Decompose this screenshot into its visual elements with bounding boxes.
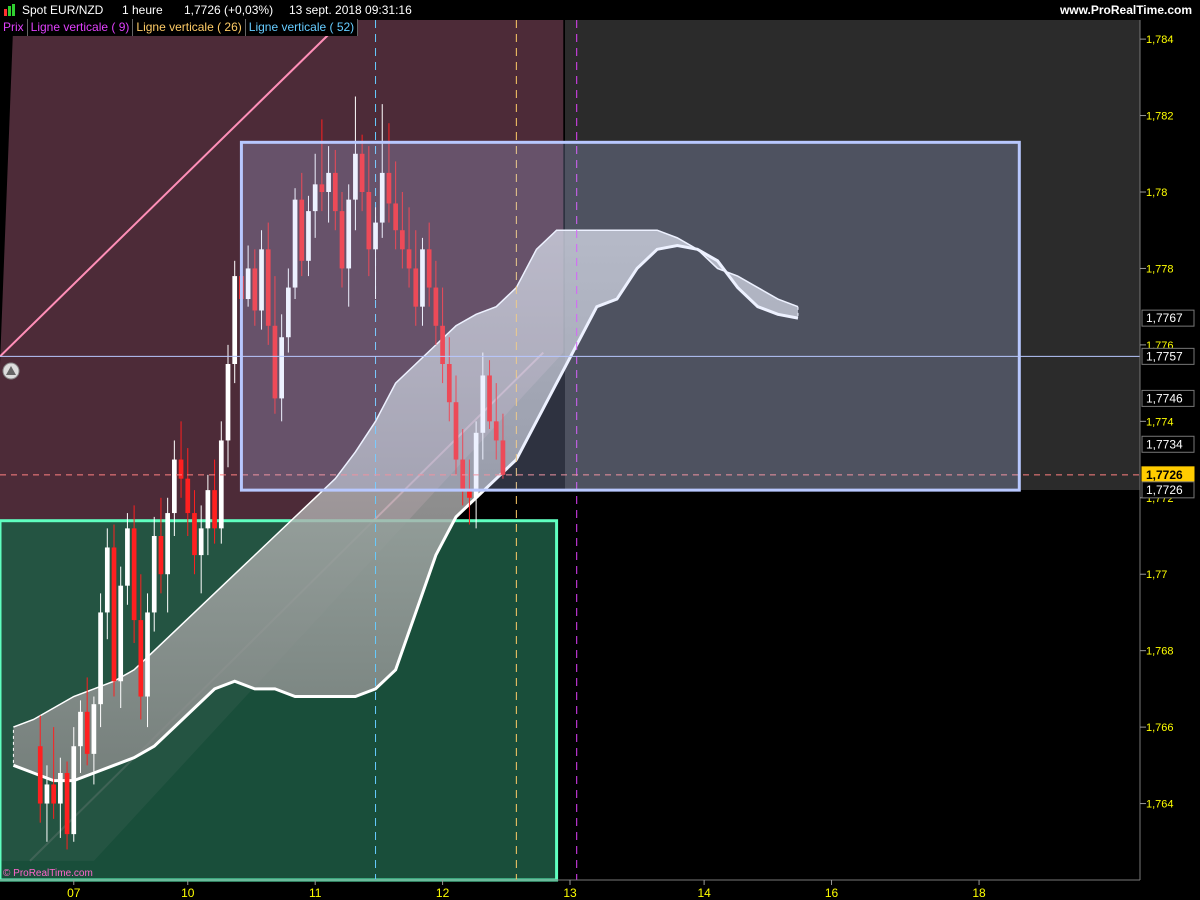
anchor-handle[interactable] — [2, 362, 20, 380]
title-bar: Spot EUR/NZD 1 heure 1,7726 (+0,03%) 13 … — [0, 0, 1200, 20]
y-tick-label: 1,778 — [1146, 263, 1174, 275]
y-axis[interactable]: 1,7641,7661,7681,771,7721,7741,7761,7781… — [1140, 34, 1174, 811]
candle-body — [118, 585, 124, 682]
last-price-change: 1,7726 (+0,03%) — [184, 3, 274, 17]
y-tick-label: 1,784 — [1146, 34, 1174, 46]
candle-body — [145, 612, 150, 697]
blue-rectangle[interactable] — [239, 140, 1021, 492]
x-tick-label: 07 — [67, 886, 81, 900]
price-label: 1,7734 — [1146, 437, 1183, 451]
candle-body — [131, 528, 137, 621]
candle-body — [37, 746, 43, 804]
x-tick-label: 11 — [309, 886, 322, 900]
y-tick-label: 1,774 — [1146, 416, 1174, 428]
candle-body — [44, 784, 50, 804]
y-tick-label: 1,768 — [1146, 646, 1174, 658]
x-tick-label: 13 — [563, 886, 577, 900]
price-label: 1,7726 — [1146, 483, 1183, 497]
legend-vline-9[interactable]: Ligne verticale ( 9) — [28, 19, 134, 36]
indicator-legend: Prix Ligne verticale ( 9) Ligne verticale … — [0, 19, 359, 36]
candle-body — [58, 772, 63, 804]
candle-body — [125, 528, 130, 586]
candle-body — [205, 490, 211, 529]
candle-body — [71, 746, 77, 835]
candle-body — [64, 772, 70, 835]
candle-body — [218, 440, 224, 529]
y-tick-label: 1,782 — [1146, 111, 1174, 123]
candle-body — [84, 711, 90, 754]
candle-body — [165, 513, 170, 575]
candle-body — [104, 547, 110, 613]
price-label: 1,7767 — [1146, 311, 1183, 325]
y-tick-label: 1,77 — [1146, 569, 1167, 581]
blue-rectangle-shape — [239, 140, 1021, 492]
x-tick-label: 16 — [825, 886, 839, 900]
price-chart[interactable]: 1,7641,7661,7681,771,7721,7741,7761,7781… — [0, 0, 1200, 900]
candle-body — [51, 784, 56, 804]
candle-body — [232, 276, 238, 364]
candle-body — [91, 704, 97, 754]
candle-body — [212, 490, 217, 529]
legend-vline-52[interactable]: Ligne verticale ( 52) — [246, 19, 359, 36]
price-label: 1,7726 — [1146, 468, 1183, 482]
candle-body — [185, 478, 191, 514]
y-tick-label: 1,766 — [1146, 722, 1174, 734]
candle-body — [111, 547, 117, 682]
y-tick-label: 1,764 — [1146, 799, 1174, 811]
timeframe[interactable]: 1 heure — [122, 0, 163, 20]
x-axis[interactable]: 07 10 11 12 13 14 16 18 — [67, 880, 986, 900]
symbol-name: Spot EUR/NZD — [22, 3, 104, 17]
candle-body — [138, 620, 144, 697]
candle-body — [78, 711, 83, 747]
candle-body — [198, 528, 204, 556]
candle-body — [98, 612, 103, 705]
candle-body — [225, 364, 231, 441]
datetime: 13 sept. 2018 09:31:16 — [289, 3, 412, 17]
chart-bars-icon — [4, 4, 15, 16]
price-label: 1,7757 — [1146, 349, 1183, 363]
legend-price[interactable]: Prix — [0, 19, 28, 36]
price-labels: 1,7767 1,7757 1,7746 1,7734 1,77261,7726 — [1141, 309, 1195, 499]
y-tick-label: 1,78 — [1146, 187, 1167, 199]
x-tick-label: 18 — [972, 886, 986, 900]
x-tick-label: 12 — [436, 886, 450, 900]
candle-body — [158, 536, 164, 575]
candle-body — [178, 459, 184, 479]
candle-body — [172, 459, 177, 514]
site-name[interactable]: www.ProRealTime.com — [1060, 0, 1192, 20]
candle-body — [192, 513, 197, 556]
x-tick-label: 10 — [181, 886, 195, 900]
price-label: 1,7746 — [1146, 391, 1183, 405]
watermark: © ProRealTime.com — [3, 868, 93, 879]
candle-body — [151, 536, 157, 613]
x-tick-label: 14 — [697, 886, 711, 900]
legend-vline-26[interactable]: Ligne verticale ( 26) — [133, 19, 246, 36]
